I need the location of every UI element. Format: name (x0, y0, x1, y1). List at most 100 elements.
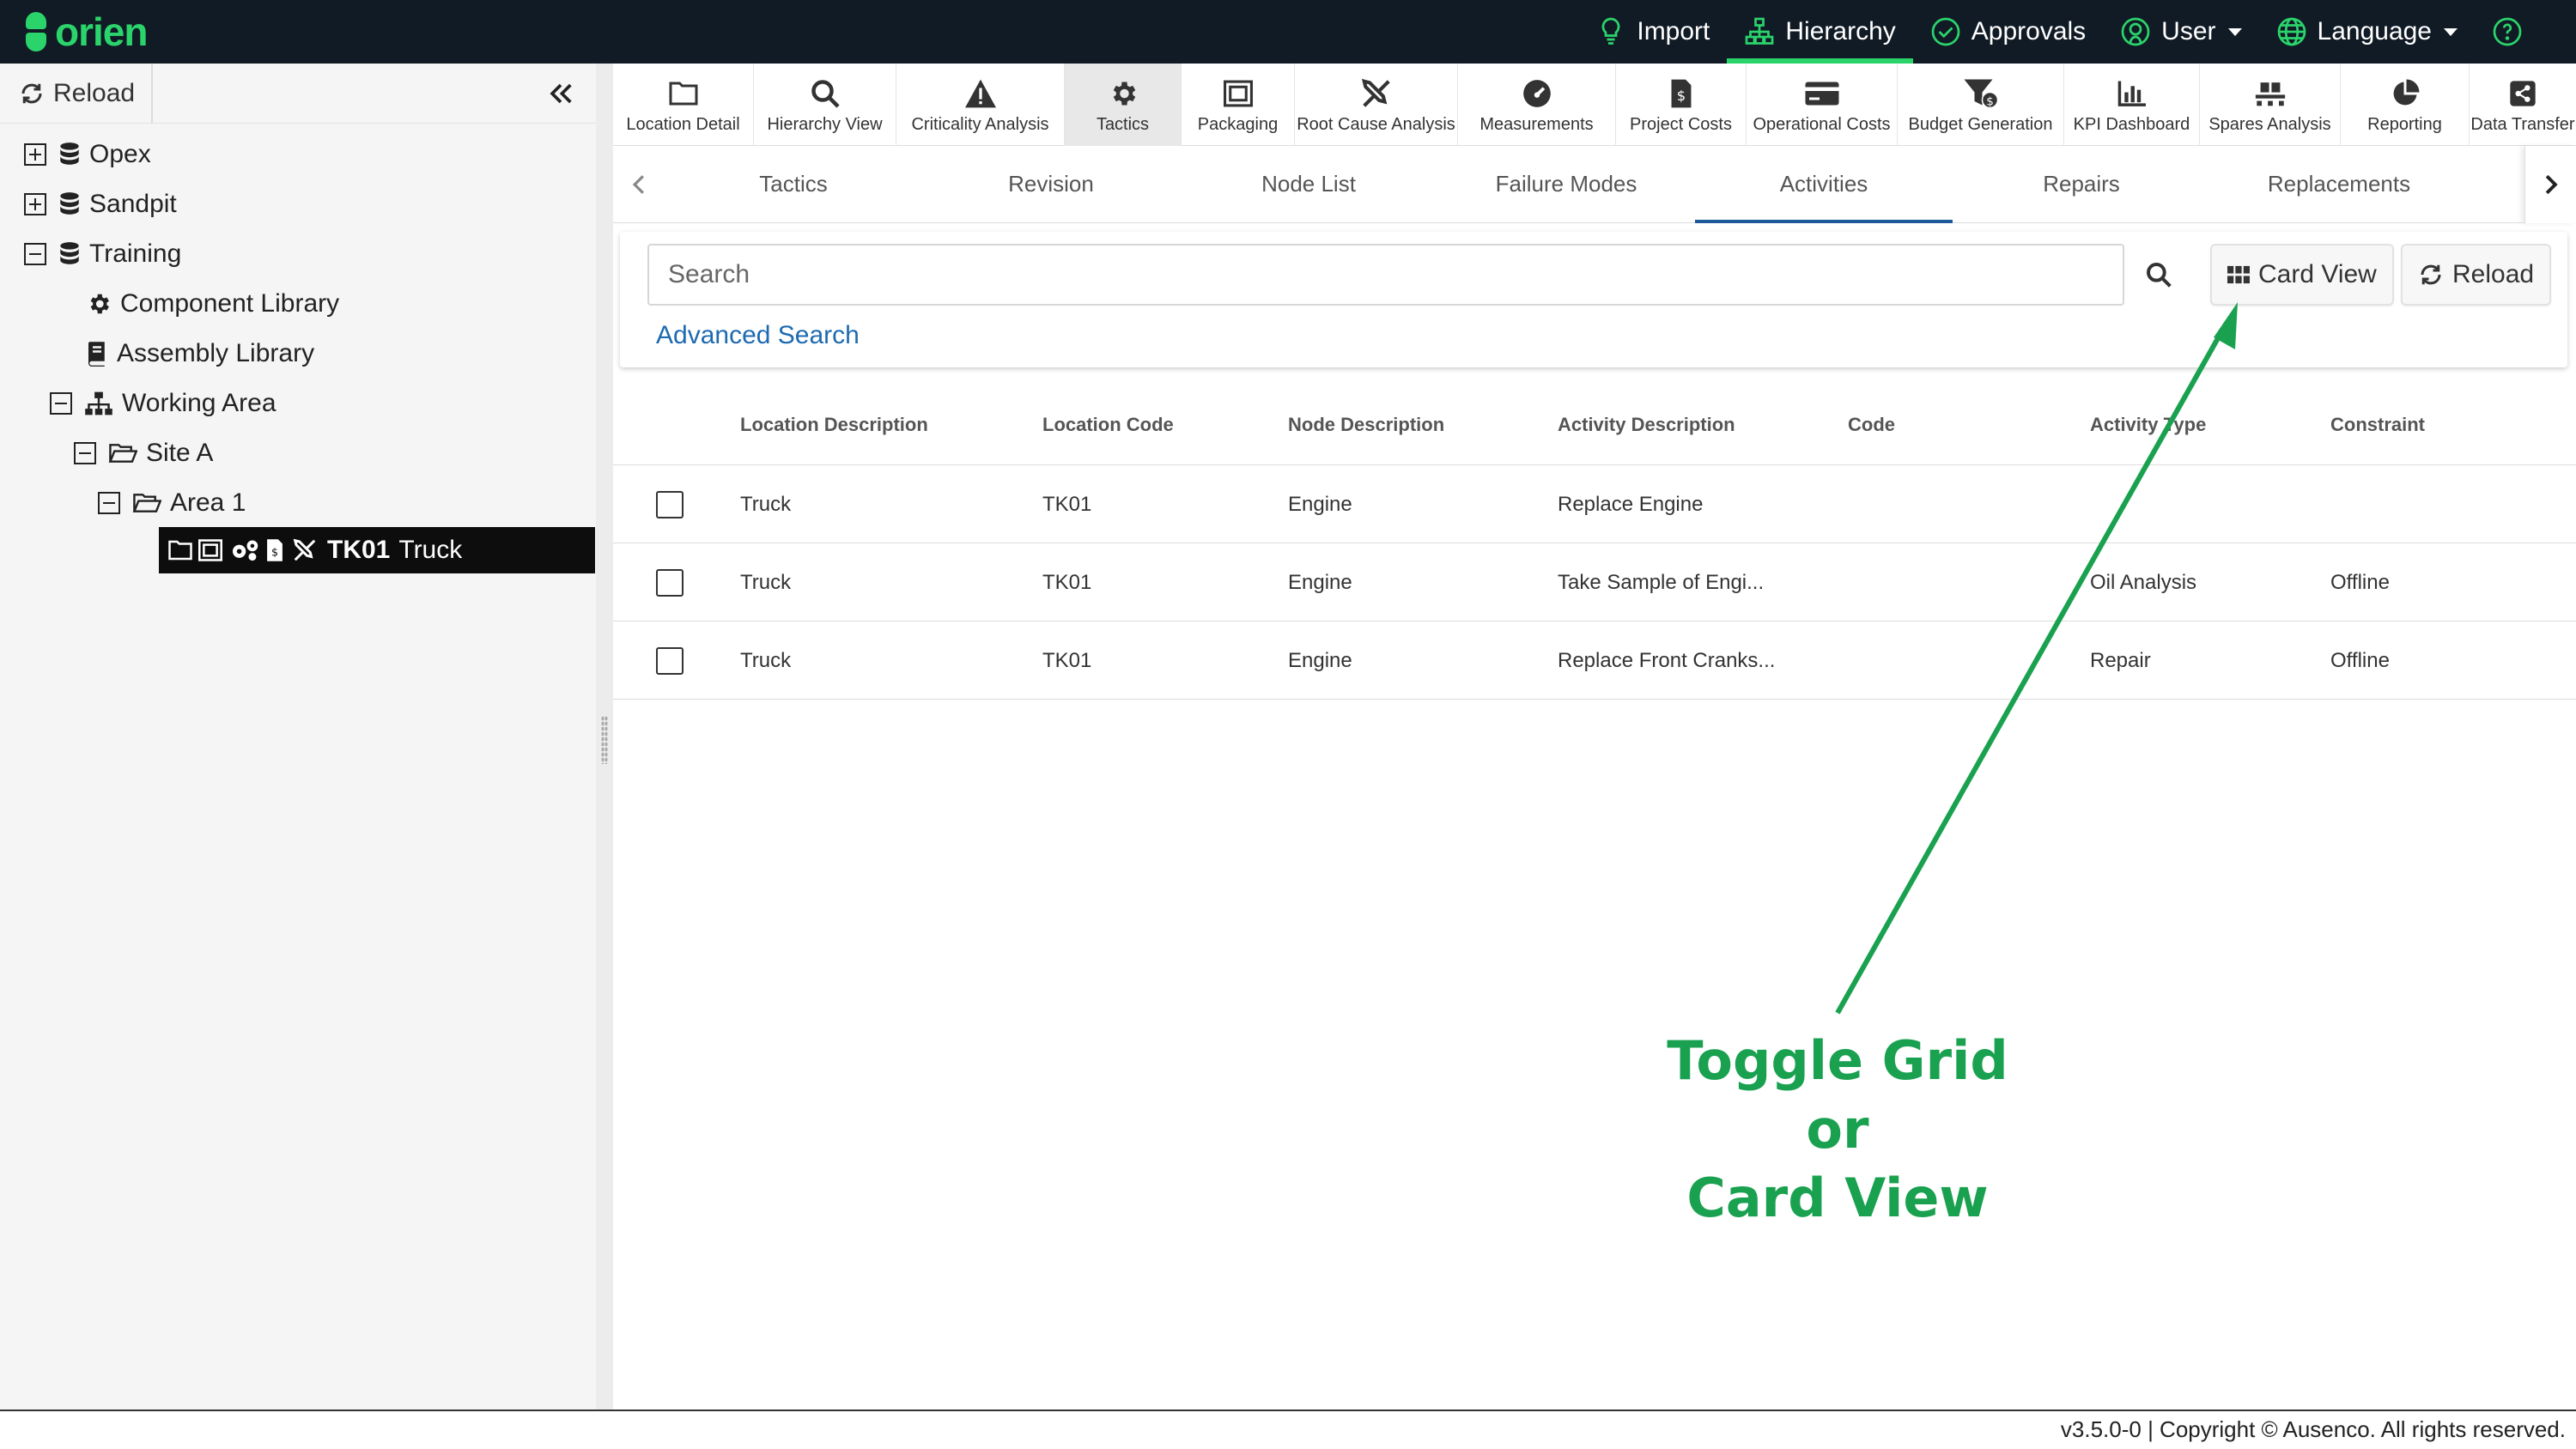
tree-node-component-library[interactable]: Component Library (86, 282, 339, 326)
tab-activities[interactable]: Activities (1695, 146, 1953, 223)
column-header-node-description[interactable]: Node Description (1288, 385, 1444, 465)
column-header-constraint[interactable]: Constraint (2330, 385, 2425, 465)
module-budget-generation[interactable]: $ Budget Generation (1898, 64, 2064, 146)
row-checkbox[interactable] (656, 647, 683, 675)
card-view-toggle-button[interactable]: Card View (2210, 244, 2394, 306)
collapse-icon[interactable] (24, 243, 46, 265)
module-reporting[interactable]: Reporting (2341, 64, 2470, 146)
folder-open-icon (132, 494, 161, 512)
tab-scroll-left-button[interactable] (613, 146, 665, 223)
tools-icon (1361, 78, 1390, 107)
collapse-icon[interactable] (74, 442, 96, 464)
tree-node-site-a[interactable]: Site A (74, 431, 213, 476)
module-packaging[interactable]: Packaging (1182, 64, 1295, 146)
module-hierarchy-view[interactable]: Hierarchy View (754, 64, 896, 146)
module-project-costs[interactable]: $ Project Costs (1616, 64, 1747, 146)
folder-icon (168, 540, 192, 561)
tab-revision[interactable]: Revision (922, 146, 1180, 223)
module-label: Hierarchy View (767, 114, 883, 134)
collapse-panel-button[interactable] (546, 79, 575, 112)
gear-icon (90, 294, 109, 314)
module-label: Operational Costs (1753, 114, 1891, 134)
tree-node-opex[interactable]: Opex (24, 132, 151, 177)
tree-node-working-area[interactable]: Working Area (50, 381, 276, 426)
module-location-detail[interactable]: Location Detail (613, 64, 754, 146)
search-input[interactable] (647, 244, 2124, 306)
card-view-label: Card View (2258, 260, 2377, 288)
nav-help[interactable] (2475, 0, 2550, 64)
module-data-transfer[interactable]: Data Transfer (2470, 64, 2576, 146)
tree-reload-button[interactable]: Reload (0, 63, 153, 124)
module-label: Budget Generation (1908, 114, 2053, 134)
collapse-icon[interactable] (98, 492, 120, 514)
module-operational-costs[interactable]: Operational Costs (1747, 64, 1898, 146)
panel-splitter[interactable] (596, 64, 613, 1410)
database-icon (60, 142, 79, 165)
nav-user[interactable]: User (2103, 0, 2258, 64)
footer: v3.5.0-0 | Copyright © Ausenco. All righ… (0, 1410, 2576, 1449)
module-measurements[interactable]: Measurements (1458, 64, 1616, 146)
double-chevron-left-icon (550, 83, 572, 104)
tab-failure-modes[interactable]: Failure Modes (1437, 146, 1695, 223)
tree-reload-label: Reload (53, 78, 136, 107)
tree-node-training[interactable]: Training (24, 232, 181, 276)
tree-node-area-1[interactable]: Area 1 (98, 481, 246, 525)
cell-activity-type: Oil Analysis (2090, 571, 2197, 594)
module-kpi-dashboard[interactable]: KPI Dashboard (2064, 64, 2200, 146)
column-header-location-description[interactable]: Location Description (740, 385, 928, 465)
search-icon (2147, 263, 2172, 288)
tree-node-label: Opex (89, 140, 151, 168)
table-row[interactable]: Truck TK01 Engine Replace Engine (613, 465, 2576, 543)
column-header-location-code[interactable]: Location Code (1042, 385, 1174, 465)
tab-tactics[interactable]: Tactics (665, 146, 922, 223)
tree-node-assembly-library[interactable]: Assembly Library (86, 331, 314, 376)
module-criticality-analysis[interactable]: Criticality Analysis (896, 64, 1065, 146)
tab-scroll-right-button[interactable] (2524, 146, 2576, 223)
cell-constraint: Offline (2330, 649, 2390, 672)
grid-reload-label: Reload (2452, 260, 2535, 288)
invoice-icon: $ (1671, 79, 1691, 107)
module-spares-analysis[interactable]: Spares Analysis (2200, 64, 2341, 146)
grid-reload-button[interactable]: Reload (2401, 244, 2552, 306)
logo-text: orien (55, 9, 148, 54)
tab-node-list[interactable]: Node List (1180, 146, 1437, 223)
search-button[interactable] (2126, 244, 2191, 306)
expand-icon[interactable] (24, 193, 46, 215)
module-label: Spares Analysis (2208, 114, 2331, 134)
grid-header-row: Location Description Location Code Node … (613, 385, 2576, 465)
advanced-search-link[interactable]: Advanced Search (656, 321, 860, 350)
copyright-text: v3.5.0-0 | Copyright © Ausenco. All righ… (2060, 1416, 2566, 1442)
tab-replacements[interactable]: Replacements (2210, 146, 2468, 223)
column-header-code[interactable]: Code (1848, 385, 1895, 465)
table-row[interactable]: Truck TK01 Engine Replace Front Cranks..… (613, 621, 2576, 700)
module-label: Project Costs (1630, 114, 1732, 134)
row-checkbox[interactable] (656, 491, 683, 518)
table-row[interactable]: Truck TK01 Engine Take Sample of Engi...… (613, 543, 2576, 621)
expand-icon[interactable] (24, 143, 46, 166)
tree-node-tk01-truck[interactable]: $ TK01 Truck (159, 527, 595, 573)
module-label: Data Transfer (2470, 114, 2575, 134)
hierarchy-panel: Reload Opex Sandpit Training Component L… (0, 63, 596, 1410)
column-header-activity-description[interactable]: Activity Description (1558, 385, 1735, 465)
cell-location-description: Truck (740, 649, 792, 672)
nav-language[interactable]: Language (2259, 0, 2475, 64)
logo-mark-icon (24, 10, 48, 53)
nav-approvals[interactable]: Approvals (1913, 0, 2103, 64)
column-header-activity-type[interactable]: Activity Type (2090, 385, 2206, 465)
warning-icon (964, 79, 996, 107)
drag-handle-icon[interactable] (601, 716, 608, 764)
module-label: Location Detail (626, 114, 740, 134)
nav-hierarchy[interactable]: Hierarchy (1727, 0, 1914, 64)
tree-node-sandpit[interactable]: Sandpit (24, 182, 177, 227)
nav-import[interactable]: Import (1578, 0, 1727, 64)
tab-repairs[interactable]: Repairs (1953, 146, 2210, 223)
module-tactics[interactable]: Tactics (1065, 64, 1182, 146)
row-checkbox[interactable] (656, 569, 683, 597)
collapse-icon[interactable] (50, 392, 72, 415)
credit-card-icon (1805, 82, 1838, 105)
nav-language-label: Language (2317, 17, 2432, 45)
folder-open-icon (108, 444, 137, 463)
orien-logo[interactable]: orien (24, 9, 148, 55)
module-label: Criticality Analysis (911, 114, 1049, 134)
module-root-cause-analysis[interactable]: Root Cause Analysis (1295, 64, 1458, 146)
